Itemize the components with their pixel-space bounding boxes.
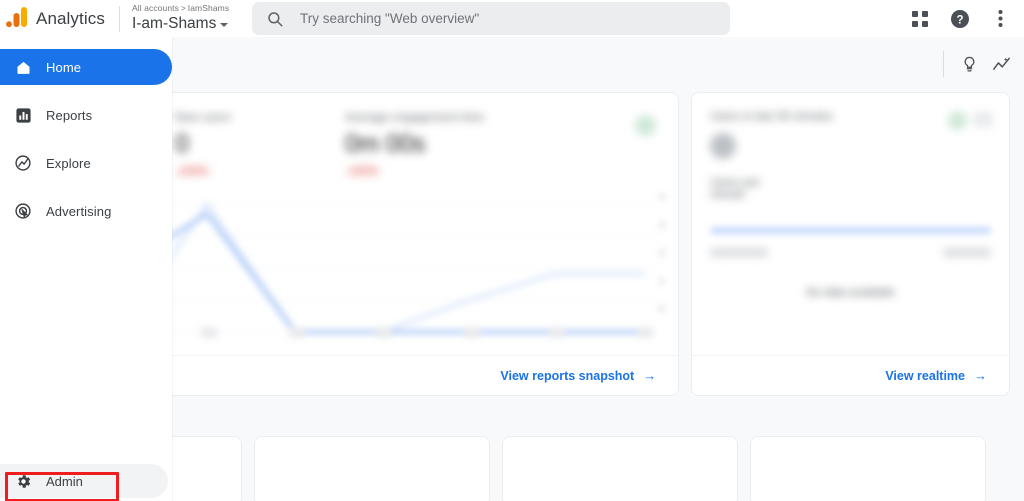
realtime-value — [710, 133, 736, 159]
svg-text:?: ? — [956, 14, 963, 26]
sidebar-item-label: Advertising — [46, 204, 111, 219]
sidebar-item-label: Explore — [46, 156, 91, 171]
metric-label: Average engagement time — [345, 112, 585, 124]
sidebar-item-reports[interactable]: Reports — [0, 97, 172, 133]
realtime-header: Users in last 30 minutes Users per minut… — [692, 93, 1009, 201]
breadcrumb-root: All accounts — [132, 3, 179, 13]
help-icon[interactable]: ? — [940, 0, 980, 37]
search-bar[interactable] — [252, 2, 730, 35]
metric-new-users: New users 0 -100% — [175, 112, 345, 178]
realtime-subtitle: Users per minute — [710, 177, 794, 201]
sidebar-item-label: Reports — [46, 108, 92, 123]
analytics-logo-icon — [0, 0, 34, 37]
y-tick: 4 — [638, 192, 664, 220]
property-title-label: I-am-Shams — [132, 16, 216, 32]
view-realtime-link[interactable]: View realtime → — [885, 368, 987, 383]
gear-icon — [10, 473, 36, 490]
link-label: View reports snapshot — [500, 369, 634, 383]
recent-card[interactable] — [502, 436, 738, 501]
sidebar-footer: Admin — [0, 460, 172, 501]
nav-spacer — [0, 85, 172, 97]
realtime-table-row — [710, 248, 991, 257]
advertising-target-icon — [10, 202, 36, 220]
home-icon — [10, 59, 36, 76]
metric-delta: -100% — [175, 166, 345, 178]
arrow-right-icon: → — [643, 368, 656, 383]
header-divider — [119, 6, 120, 32]
nav-spacer — [0, 181, 172, 193]
y-tick: 0 — [638, 304, 664, 332]
metric-avg-engagement-time: Average engagement time 0m 00s -100% — [345, 112, 585, 178]
apps-grid-icon[interactable] — [900, 0, 940, 37]
metric-value: 0m 00s — [345, 130, 585, 159]
account-selector[interactable]: All accounts>IamShams I-am-Shams — [132, 4, 229, 32]
sidebar-item-advertising[interactable]: Advertising — [0, 193, 172, 229]
y-tick: 1 — [638, 276, 664, 304]
breadcrumb-current: IamShams — [188, 3, 229, 13]
arrow-right-icon: → — [974, 368, 987, 383]
realtime-chip — [973, 112, 993, 127]
nav-spacer — [0, 133, 172, 145]
metric-value: 0 — [175, 130, 345, 159]
property-title[interactable]: I-am-Shams — [132, 16, 229, 32]
reports-bar-chart-icon — [10, 107, 36, 124]
insights-lightbulb-icon[interactable] — [954, 49, 984, 79]
search-input[interactable] — [298, 10, 698, 27]
trend-analytics-icon[interactable] — [986, 49, 1016, 79]
sidebar-item-admin[interactable]: Admin — [0, 464, 168, 498]
metric-label: New users — [175, 112, 345, 124]
toolbar-divider — [943, 51, 944, 77]
realtime-status-badge — [948, 111, 967, 130]
sidebar-item-explore[interactable]: Explore — [0, 145, 172, 181]
brand-name: Analytics — [36, 9, 105, 29]
realtime-empty-state: No data available — [692, 287, 1009, 299]
sidebar-nav: Home Reports — [0, 37, 172, 229]
breadcrumb-separator: > — [181, 4, 186, 13]
realtime-card: Users in last 30 minutes Users per minut… — [691, 92, 1010, 396]
chart-y-axis: 4 3 2 1 0 — [638, 192, 664, 332]
page-title: Recently accessed — [26, 412, 1024, 428]
link-label: View realtime — [885, 369, 965, 383]
explore-compass-icon — [10, 154, 36, 172]
top-bar-actions: ? — [900, 0, 1020, 37]
realtime-bar-chart — [710, 227, 991, 234]
page-toolbar-actions — [943, 49, 1016, 79]
chevron-down-icon — [220, 23, 228, 27]
recent-card[interactable] — [750, 436, 986, 501]
sidebar-item-home[interactable]: Home — [0, 49, 172, 85]
table-cell — [710, 248, 768, 257]
more-vert-icon[interactable] — [980, 0, 1020, 37]
sidebar-item-label: Home — [46, 60, 81, 75]
sidebar: Home Reports — [0, 37, 172, 501]
recent-card[interactable] — [254, 436, 490, 501]
top-bar: Analytics All accounts>IamShams I-am-Sha… — [0, 0, 1024, 37]
y-tick: 3 — [638, 220, 664, 248]
google-analytics-home: Analytics All accounts>IamShams I-am-Sha… — [0, 0, 1024, 501]
sidebar-item-label: Admin — [46, 474, 83, 489]
search-icon — [266, 10, 284, 28]
breadcrumb: All accounts>IamShams — [132, 4, 229, 13]
y-tick: 2 — [638, 248, 664, 276]
metric-delta: -100% — [345, 166, 585, 178]
realtime-title: Users in last 30 minutes — [710, 111, 840, 123]
table-cell — [943, 248, 991, 257]
view-reports-snapshot-link[interactable]: View reports snapshot → — [500, 368, 656, 383]
realtime-card-footer: View realtime → — [692, 355, 1009, 395]
